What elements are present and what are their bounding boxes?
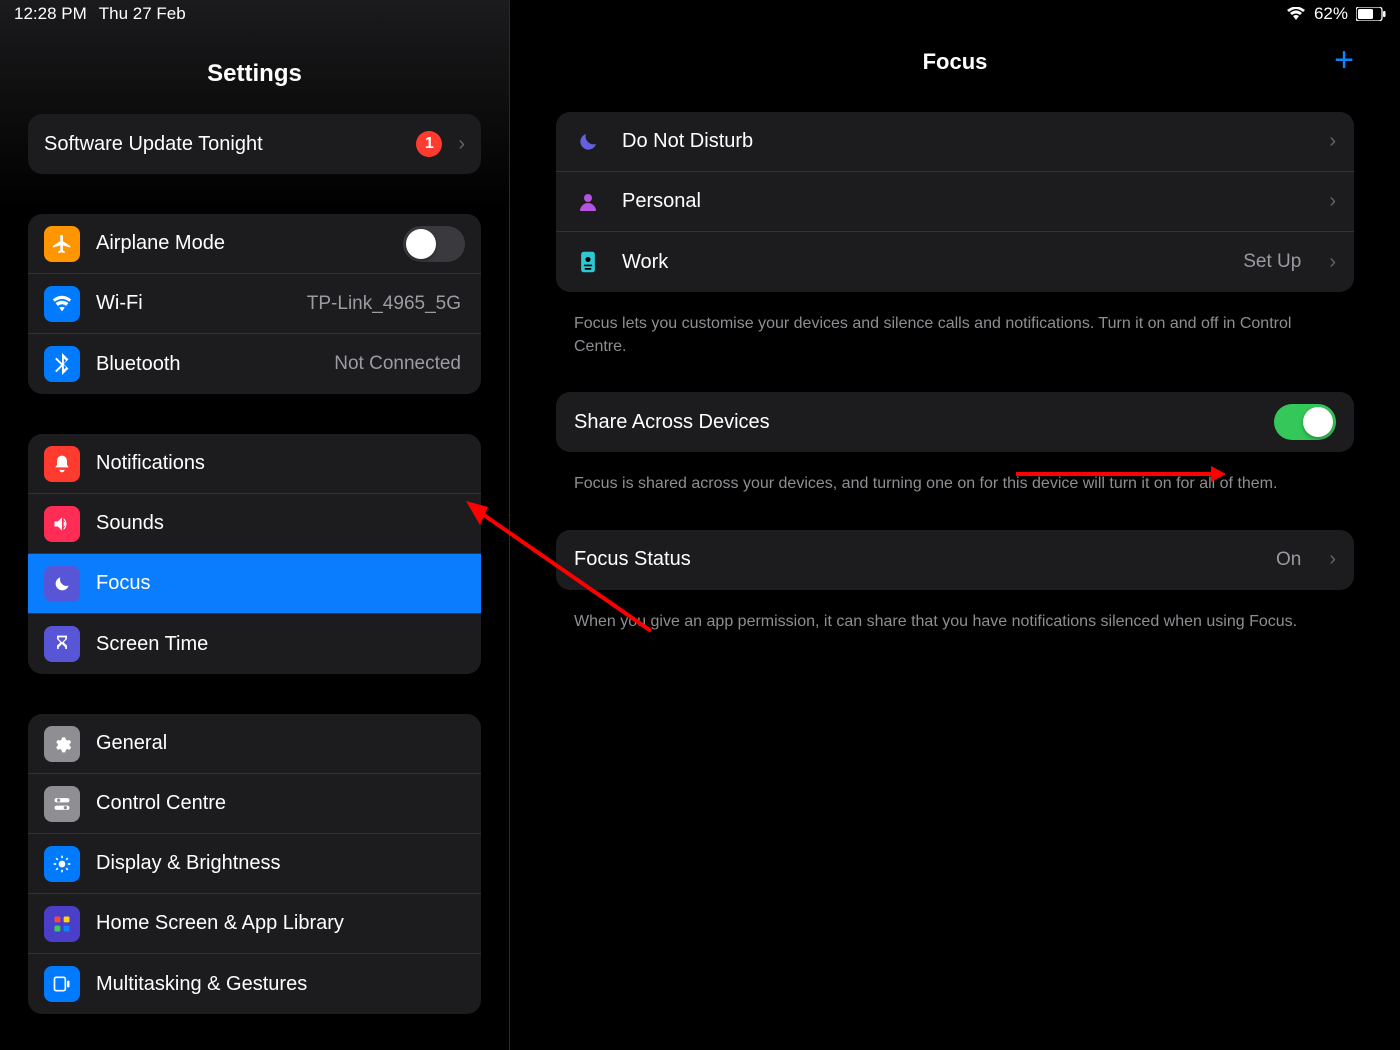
sidebar-item-screentime[interactable]: Screen Time [28, 614, 481, 674]
person-icon [574, 190, 602, 214]
row-label: Work [622, 251, 1223, 274]
sidebar-item-bluetooth[interactable]: Bluetooth Not Connected [28, 334, 481, 394]
row-label: Home Screen & App Library [96, 912, 465, 935]
bluetooth-icon [44, 346, 80, 382]
row-value: Not Connected [334, 353, 461, 375]
focus-status-row[interactable]: Focus Status On › [556, 530, 1354, 590]
add-focus-button[interactable]: + [1334, 40, 1354, 80]
badge-icon [574, 250, 602, 274]
focus-modes-footer: Focus lets you customise your devices an… [556, 302, 1354, 358]
sidebar-item-airplane[interactable]: Airplane Mode [28, 214, 481, 274]
chevron-right-icon: › [1329, 251, 1336, 274]
row-label: Bluetooth [96, 353, 318, 376]
sidebar-item-homescreen[interactable]: Home Screen & App Library [28, 894, 481, 954]
sidebar-item-general[interactable]: General [28, 714, 481, 774]
moon-icon [44, 566, 80, 602]
status-section: Focus Status On › [556, 530, 1354, 590]
sidebar-item-wifi[interactable]: Wi-Fi TP-Link_4965_5G [28, 274, 481, 334]
status-footer: When you give an app permission, it can … [556, 600, 1354, 633]
row-label: Screen Time [96, 633, 465, 656]
row-label: Sounds [96, 512, 465, 535]
row-value: TP-Link_4965_5G [307, 293, 461, 315]
sidebar-item-sounds[interactable]: Sounds [28, 494, 481, 554]
row-label: Focus Status [574, 548, 1256, 571]
airplane-toggle[interactable] [403, 226, 465, 262]
share-across-devices[interactable]: Share Across Devices [556, 392, 1354, 452]
moon-icon [574, 130, 602, 154]
row-value: Set Up [1243, 251, 1301, 273]
sidebar-item-focus[interactable]: Focus [28, 554, 481, 614]
sliders-icon [44, 786, 80, 822]
sidebar-item-multitasking[interactable]: Multitasking & Gestures [28, 954, 481, 1014]
chevron-right-icon: › [1329, 130, 1336, 153]
speaker-icon [44, 506, 80, 542]
hourglass-icon [44, 626, 80, 662]
gear-icon [44, 726, 80, 762]
row-label: Share Across Devices [574, 411, 1254, 434]
update-badge: 1 [416, 131, 442, 157]
brightness-icon [44, 846, 80, 882]
sidebar-item-display[interactable]: Display & Brightness [28, 834, 481, 894]
grid-icon [44, 906, 80, 942]
chevron-right-icon: › [1329, 190, 1336, 213]
sidebar: Settings Software Update Tonight 1 › Air… [0, 0, 510, 1050]
row-label: Do Not Disturb [622, 130, 1309, 153]
bell-icon [44, 446, 80, 482]
row-label: Personal [622, 190, 1309, 213]
focus-mode-work[interactable]: Work Set Up › [556, 232, 1354, 292]
page-title: Focus [923, 49, 988, 75]
multitask-icon [44, 966, 80, 1002]
row-label: Wi-Fi [96, 292, 291, 315]
focus-mode-personal[interactable]: Personal › [556, 172, 1354, 232]
row-label: Focus [96, 572, 465, 595]
sidebar-item-software-update[interactable]: Software Update Tonight 1 › [28, 114, 481, 174]
status-time: 12:28 PM [14, 4, 87, 24]
wifi-icon [44, 286, 80, 322]
chevron-right-icon: › [458, 133, 465, 156]
row-label: General [96, 732, 465, 755]
row-label: Notifications [96, 452, 465, 475]
sidebar-title: Settings [0, 60, 509, 88]
focus-mode-dnd[interactable]: Do Not Disturb › [556, 112, 1354, 172]
row-label: Display & Brightness [96, 852, 465, 875]
row-label: Control Centre [96, 792, 465, 815]
sidebar-item-control-centre[interactable]: Control Centre [28, 774, 481, 834]
main-pane: Focus + Do Not Disturb › Personal › [510, 0, 1400, 1050]
row-label: Multitasking & Gestures [96, 973, 465, 996]
sidebar-item-notifications[interactable]: Notifications [28, 434, 481, 494]
row-label: Airplane Mode [96, 232, 387, 255]
row-label: Software Update Tonight [44, 133, 400, 156]
airplane-icon [44, 226, 80, 262]
focus-modes-section: Do Not Disturb › Personal › Work Set Up … [556, 112, 1354, 292]
status-date: Thu 27 Feb [99, 4, 186, 24]
share-footer: Focus is shared across your devices, and… [556, 462, 1354, 495]
share-toggle[interactable] [1274, 404, 1336, 440]
share-section: Share Across Devices [556, 392, 1354, 452]
chevron-right-icon: › [1329, 548, 1336, 571]
row-value: On [1276, 549, 1301, 571]
